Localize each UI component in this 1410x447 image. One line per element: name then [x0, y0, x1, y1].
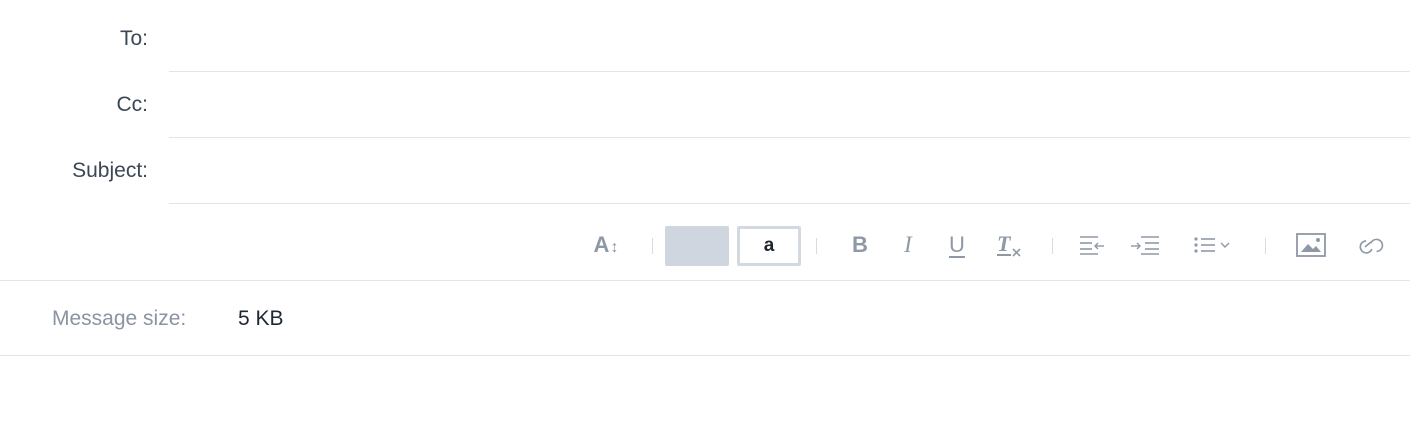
- message-size-label: Message size:: [52, 306, 187, 330]
- subject-label: Subject:: [72, 159, 148, 182]
- text-color-button[interactable]: a: [737, 226, 801, 266]
- italic-button[interactable]: I: [896, 214, 920, 276]
- italic-icon: I: [904, 232, 912, 257]
- message-size-row: Message size: 5 KB: [0, 282, 1410, 356]
- indent-icon: [1131, 236, 1159, 255]
- to-input[interactable]: [169, 12, 1410, 72]
- background-color-button[interactable]: [665, 226, 729, 266]
- clear-formatting-button[interactable]: T: [993, 214, 1025, 276]
- formatting-toolbar: A↕ a B I U T: [0, 214, 1410, 281]
- message-size-value: 5 KB: [238, 306, 284, 330]
- insert-link-icon: [1359, 238, 1384, 254]
- to-field-row: To:: [0, 6, 1410, 72]
- toolbar-divider: [652, 238, 653, 254]
- subject-field-row: Subject:: [0, 138, 1410, 204]
- clear-formatting-icon: T: [997, 231, 1021, 257]
- outdent-button[interactable]: [1078, 214, 1106, 276]
- bulleted-list-icon: [1194, 237, 1230, 253]
- toolbar-divider: [1265, 238, 1266, 254]
- bold-icon: B: [852, 232, 868, 257]
- font-size-button[interactable]: A↕: [586, 214, 626, 276]
- underline-icon: U: [949, 232, 965, 257]
- indent-button[interactable]: [1128, 214, 1162, 276]
- bulleted-list-button[interactable]: [1192, 214, 1234, 276]
- svg-text:T: T: [997, 231, 1012, 256]
- toolbar-divider: [1052, 238, 1053, 254]
- insert-image-icon: [1296, 233, 1326, 257]
- to-label: To:: [119, 27, 148, 50]
- subject-input[interactable]: [169, 144, 1410, 204]
- insert-image-button[interactable]: [1294, 214, 1328, 276]
- cc-label: Cc:: [116, 93, 149, 116]
- cc-input[interactable]: [169, 78, 1410, 138]
- bold-button[interactable]: B: [846, 214, 874, 276]
- font-size-icon: A↕: [593, 232, 619, 257]
- outdent-icon: [1080, 236, 1104, 255]
- insert-link-button[interactable]: [1354, 214, 1390, 276]
- toolbar-divider: [816, 238, 817, 254]
- cc-field-row: Cc:: [0, 72, 1410, 138]
- text-color-sample: a: [763, 235, 775, 256]
- underline-button[interactable]: U: [943, 214, 971, 276]
